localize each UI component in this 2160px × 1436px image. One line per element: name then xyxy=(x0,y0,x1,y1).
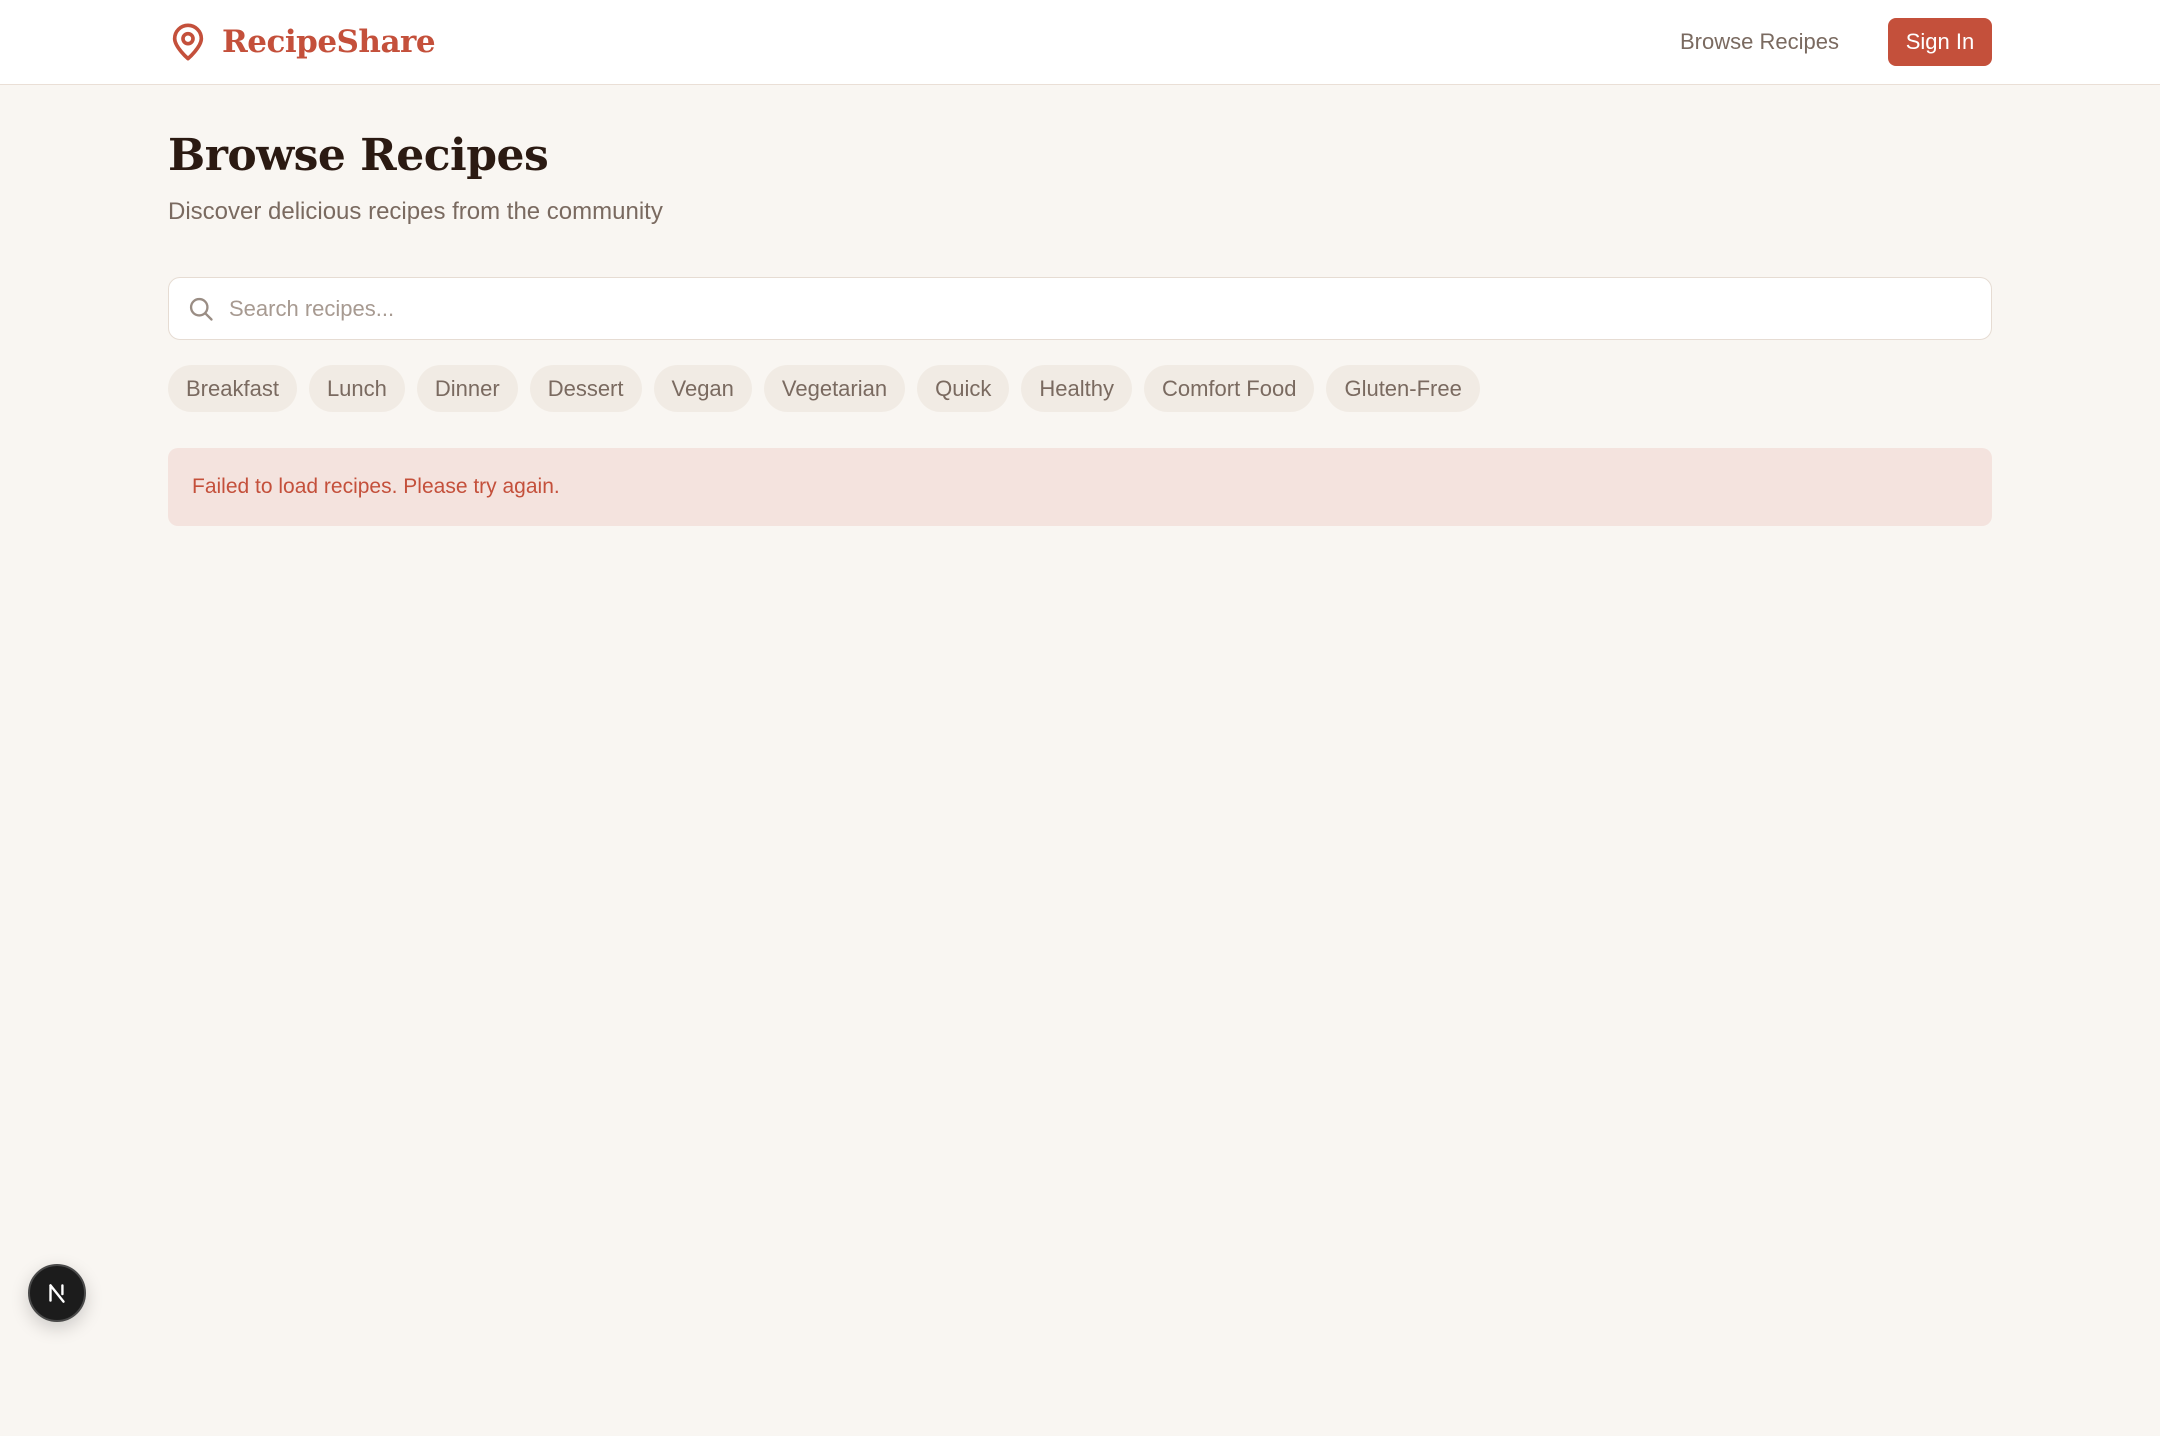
top-navbar: RecipeShare Browse Recipes Sign In xyxy=(0,0,2160,85)
chip-comfort-food[interactable]: Comfort Food xyxy=(1143,365,1315,412)
chip-vegan[interactable]: Vegan xyxy=(653,365,752,412)
chip-healthy[interactable]: Healthy xyxy=(1021,365,1132,412)
chip-lunch[interactable]: Lunch xyxy=(308,365,405,412)
brand-logo-link[interactable]: RecipeShare xyxy=(168,20,436,64)
search-icon xyxy=(187,295,215,323)
sign-in-button[interactable]: Sign In xyxy=(1888,18,1992,66)
chip-breakfast[interactable]: Breakfast xyxy=(168,365,297,412)
page-subtitle: Discover delicious recipes from the comm… xyxy=(168,198,663,225)
chip-dinner[interactable]: Dinner xyxy=(416,365,518,412)
nextjs-dev-indicator-button[interactable] xyxy=(28,1264,86,1322)
map-pin-icon xyxy=(168,21,208,63)
chip-gluten-free[interactable]: Gluten-Free xyxy=(1326,365,1480,412)
brand-name: RecipeShare xyxy=(222,24,436,60)
chip-vegetarian[interactable]: Vegetarian xyxy=(763,365,906,412)
page-title: Browse Recipes xyxy=(168,130,549,181)
category-filter-chips: Breakfast Lunch Dinner Dessert Vegan Veg… xyxy=(168,365,1480,412)
error-message: Failed to load recipes. Please try again… xyxy=(168,448,1992,526)
chip-dessert[interactable]: Dessert xyxy=(529,365,642,412)
nextjs-logo-icon xyxy=(44,1280,70,1306)
search-input[interactable] xyxy=(229,278,1969,339)
nav-browse-recipes-link[interactable]: Browse Recipes xyxy=(1680,24,1839,60)
search-bar xyxy=(168,277,1992,340)
chip-quick[interactable]: Quick xyxy=(917,365,1010,412)
